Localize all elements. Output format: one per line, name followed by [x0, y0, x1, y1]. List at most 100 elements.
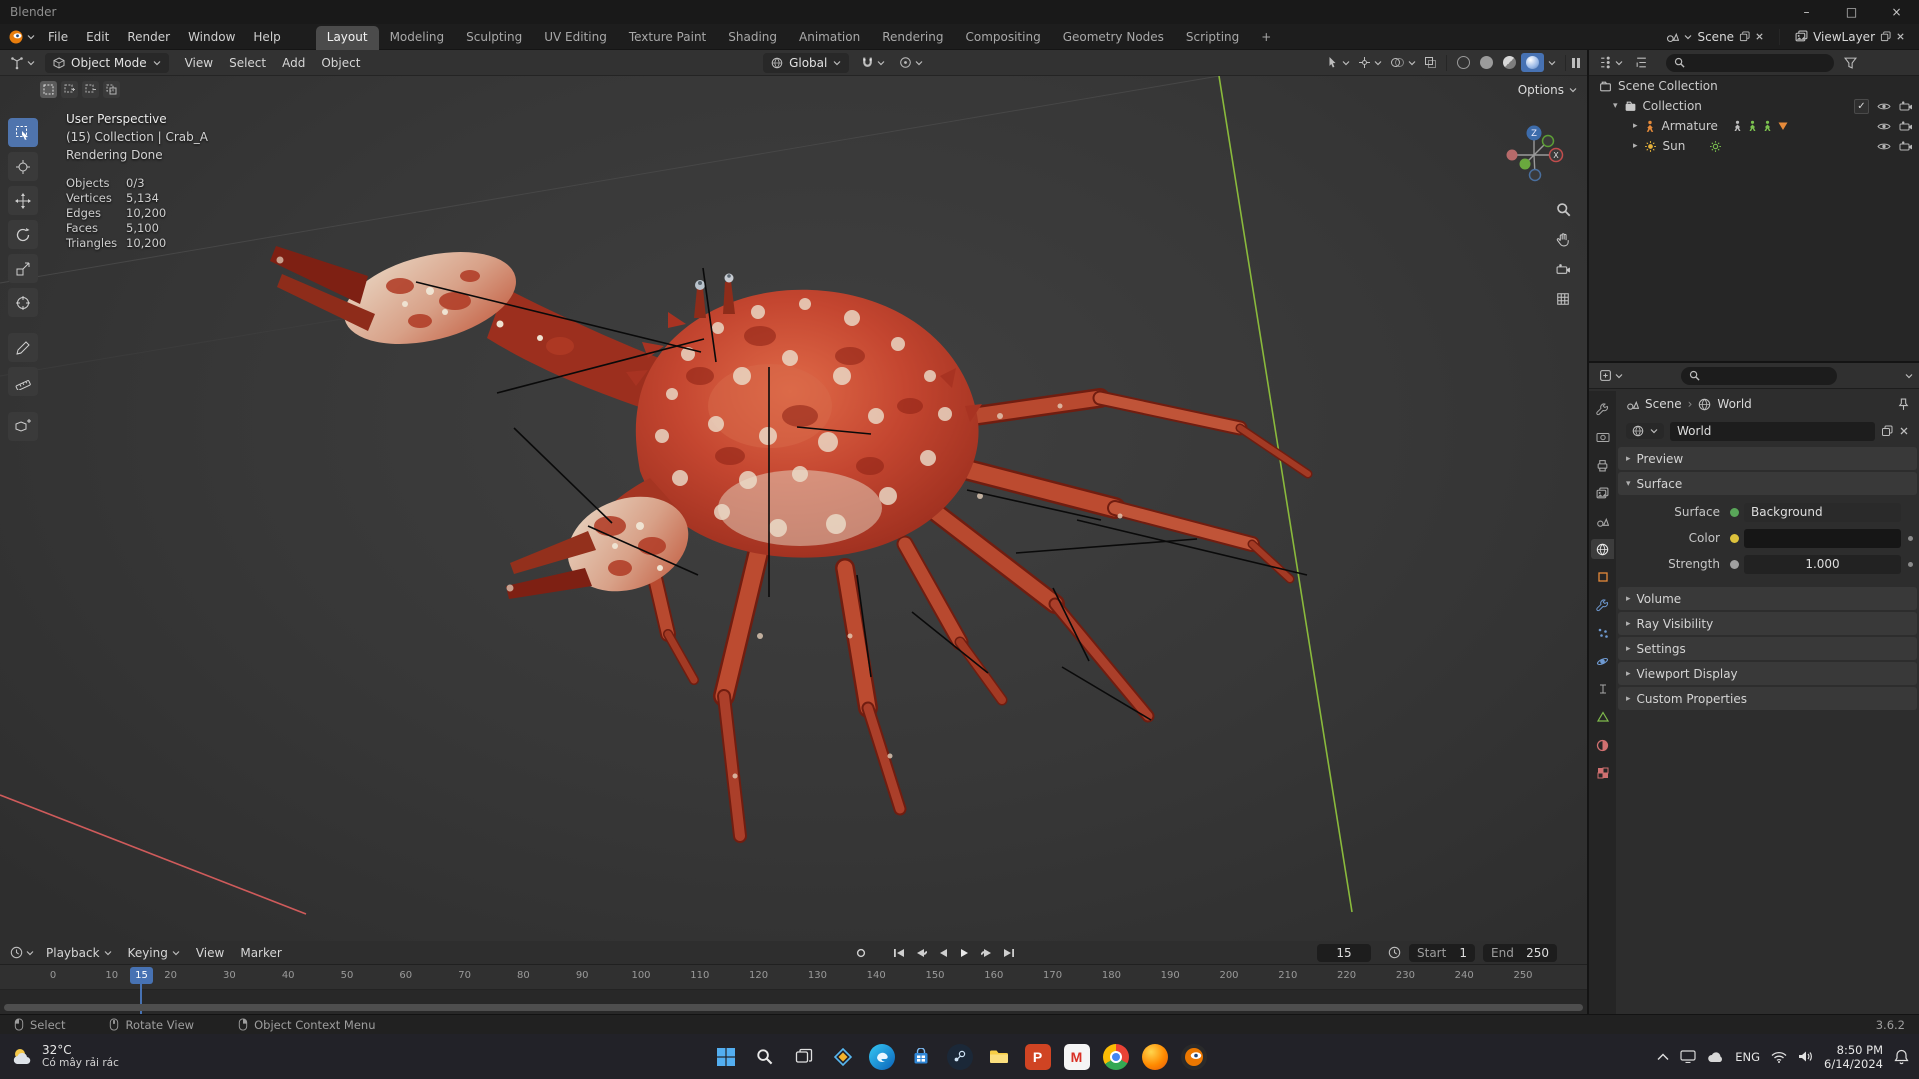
- timeline-ruler[interactable]: 0 10 20 30 40 50 60 70 80 90 100 110 120 130 140 150 160…: [0, 965, 1587, 990]
- menu-keying[interactable]: Keying: [120, 943, 188, 963]
- pause-render-icon[interactable]: [1571, 57, 1581, 69]
- options-button[interactable]: Options: [1518, 83, 1577, 97]
- viewlayer-selector[interactable]: ViewLayer: [1789, 28, 1911, 46]
- start-button[interactable]: [713, 1044, 739, 1070]
- snap-toggle[interactable]: [857, 54, 889, 71]
- color-swatch-field[interactable]: [1744, 528, 1901, 548]
- world-name-field[interactable]: World: [1670, 421, 1875, 441]
- surface-shader-button[interactable]: Background: [1744, 502, 1901, 522]
- tab-constraints[interactable]: [1591, 679, 1614, 699]
- clock-widget[interactable]: 8:50 PM 6/14/2024: [1824, 1043, 1883, 1071]
- search-icon[interactable]: [752, 1044, 778, 1070]
- properties-options-icon[interactable]: [1905, 373, 1913, 379]
- transform-tool[interactable]: [8, 288, 38, 317]
- transform-orientation-dropdown[interactable]: Global: [763, 52, 850, 73]
- task-view-icon[interactable]: [791, 1044, 817, 1070]
- panel-viewport-display[interactable]: ▸ Viewport Display: [1618, 662, 1917, 685]
- toggle-perspective-icon[interactable]: [1550, 286, 1576, 312]
- panel-preview[interactable]: ▸ Preview: [1618, 447, 1917, 470]
- remove-viewlayer-icon[interactable]: [1896, 32, 1905, 41]
- unlink-world-icon[interactable]: [1899, 426, 1909, 436]
- menu-add[interactable]: Add: [274, 53, 313, 73]
- scale-tool[interactable]: [8, 254, 38, 283]
- tab-physics[interactable]: [1591, 651, 1614, 671]
- menu-edit[interactable]: Edit: [77, 27, 118, 47]
- tab-render[interactable]: [1591, 427, 1614, 447]
- network-tray-icon[interactable]: [1771, 1051, 1787, 1063]
- new-world-icon[interactable]: [1881, 425, 1893, 437]
- select-mode-subtract-button[interactable]: [82, 81, 99, 98]
- camera-view-icon[interactable]: [1550, 256, 1576, 282]
- steam-icon[interactable]: [946, 1043, 973, 1070]
- jump-to-start-button[interactable]: [888, 944, 910, 962]
- unlink-scene-icon[interactable]: [1755, 32, 1764, 41]
- color-socket-icon[interactable]: [1730, 533, 1739, 543]
- workspace-tab-texture-paint[interactable]: Texture Paint: [618, 26, 717, 50]
- zoom-view-icon[interactable]: [1550, 196, 1576, 222]
- menu-render[interactable]: Render: [118, 27, 179, 47]
- mesh-data-icon[interactable]: [1777, 120, 1789, 132]
- tab-world[interactable]: [1591, 539, 1614, 559]
- tab-object[interactable]: [1591, 567, 1614, 587]
- blender-icon[interactable]: [1180, 1043, 1207, 1070]
- 3d-viewport[interactable]: Options User Perspective (15) Collection…: [0, 76, 1587, 941]
- select-mode-extend-button[interactable]: [61, 81, 78, 98]
- jump-to-end-button[interactable]: [998, 944, 1020, 962]
- workspace-tab-scripting[interactable]: Scripting: [1175, 26, 1250, 50]
- menu-object[interactable]: Object: [313, 53, 368, 73]
- light-data-icon[interactable]: [1709, 140, 1722, 153]
- timeline-editor-type-button[interactable]: [6, 944, 38, 961]
- outliner-row-sun[interactable]: ▸ Sun: [1589, 136, 1919, 156]
- firefox-icon[interactable]: [1141, 1043, 1168, 1070]
- outliner-row-collection[interactable]: ▾ Collection ✓: [1589, 96, 1919, 116]
- select-mode-new-button[interactable]: [40, 81, 57, 98]
- file-explorer-icon[interactable]: [986, 1044, 1012, 1070]
- value-socket-icon[interactable]: [1730, 559, 1739, 569]
- proportional-editing-toggle[interactable]: [895, 54, 927, 71]
- strength-slider[interactable]: 1.000: [1744, 554, 1901, 574]
- new-scene-icon[interactable]: [1739, 31, 1750, 42]
- mode-dropdown[interactable]: Object Mode: [45, 52, 169, 73]
- crab-geometry[interactable]: [270, 236, 1313, 843]
- add-workspace-button[interactable]: +: [1250, 26, 1282, 50]
- outliner-row-armature[interactable]: ▸ Armature: [1589, 116, 1919, 136]
- outliner-display-mode-button[interactable]: [1631, 54, 1652, 71]
- workspace-tab-geometry-nodes[interactable]: Geometry Nodes: [1052, 26, 1175, 50]
- cursor-tool[interactable]: [8, 152, 38, 181]
- shading-solid-button[interactable]: [1475, 53, 1498, 72]
- expand-icon[interactable]: ▾: [1613, 101, 1618, 111]
- menu-view-timeline[interactable]: View: [188, 943, 232, 963]
- tab-texture[interactable]: [1591, 763, 1614, 783]
- hide-in-viewport-icon[interactable]: [1877, 122, 1891, 131]
- menu-help[interactable]: Help: [244, 27, 289, 47]
- tab-view-layer[interactable]: [1591, 483, 1614, 503]
- tab-tool[interactable]: [1591, 399, 1614, 419]
- select-box-tool[interactable]: [8, 118, 38, 147]
- filter-icon[interactable]: [1844, 57, 1857, 69]
- timeline-scrollbar[interactable]: [4, 1004, 1583, 1011]
- hide-in-viewport-icon[interactable]: [1877, 102, 1891, 111]
- hidden-icons-chevron[interactable]: [1657, 1053, 1669, 1061]
- workspace-tab-animation[interactable]: Animation: [788, 26, 871, 50]
- armature-data-icon[interactable]: [1762, 120, 1773, 132]
- tab-output[interactable]: [1591, 455, 1614, 475]
- breadcrumb-scene[interactable]: Scene: [1645, 397, 1682, 411]
- tab-material[interactable]: [1591, 735, 1614, 755]
- disable-in-renders-icon[interactable]: [1899, 141, 1913, 151]
- tab-particles[interactable]: [1591, 623, 1614, 643]
- properties-editor-type-button[interactable]: [1595, 367, 1627, 384]
- shading-wireframe-button[interactable]: [1452, 53, 1475, 72]
- menu-marker[interactable]: Marker: [232, 943, 289, 963]
- weather-widget[interactable]: 32°C Có mây rải rác: [10, 1043, 119, 1070]
- photos-icon[interactable]: [830, 1044, 856, 1070]
- powerpoint-icon[interactable]: P: [1024, 1043, 1051, 1070]
- play-reverse-button[interactable]: [932, 944, 954, 962]
- current-frame-field[interactable]: 15: [1317, 944, 1371, 962]
- panel-volume[interactable]: ▸ Volume: [1618, 587, 1917, 610]
- pin-icon[interactable]: [1898, 398, 1909, 411]
- playhead[interactable]: 15: [130, 967, 153, 984]
- panel-ray-visibility[interactable]: ▸ Ray Visibility: [1618, 612, 1917, 635]
- tab-scene[interactable]: [1591, 511, 1614, 531]
- crab-model[interactable]: [0, 76, 1587, 941]
- workspace-tab-rendering[interactable]: Rendering: [871, 26, 954, 50]
